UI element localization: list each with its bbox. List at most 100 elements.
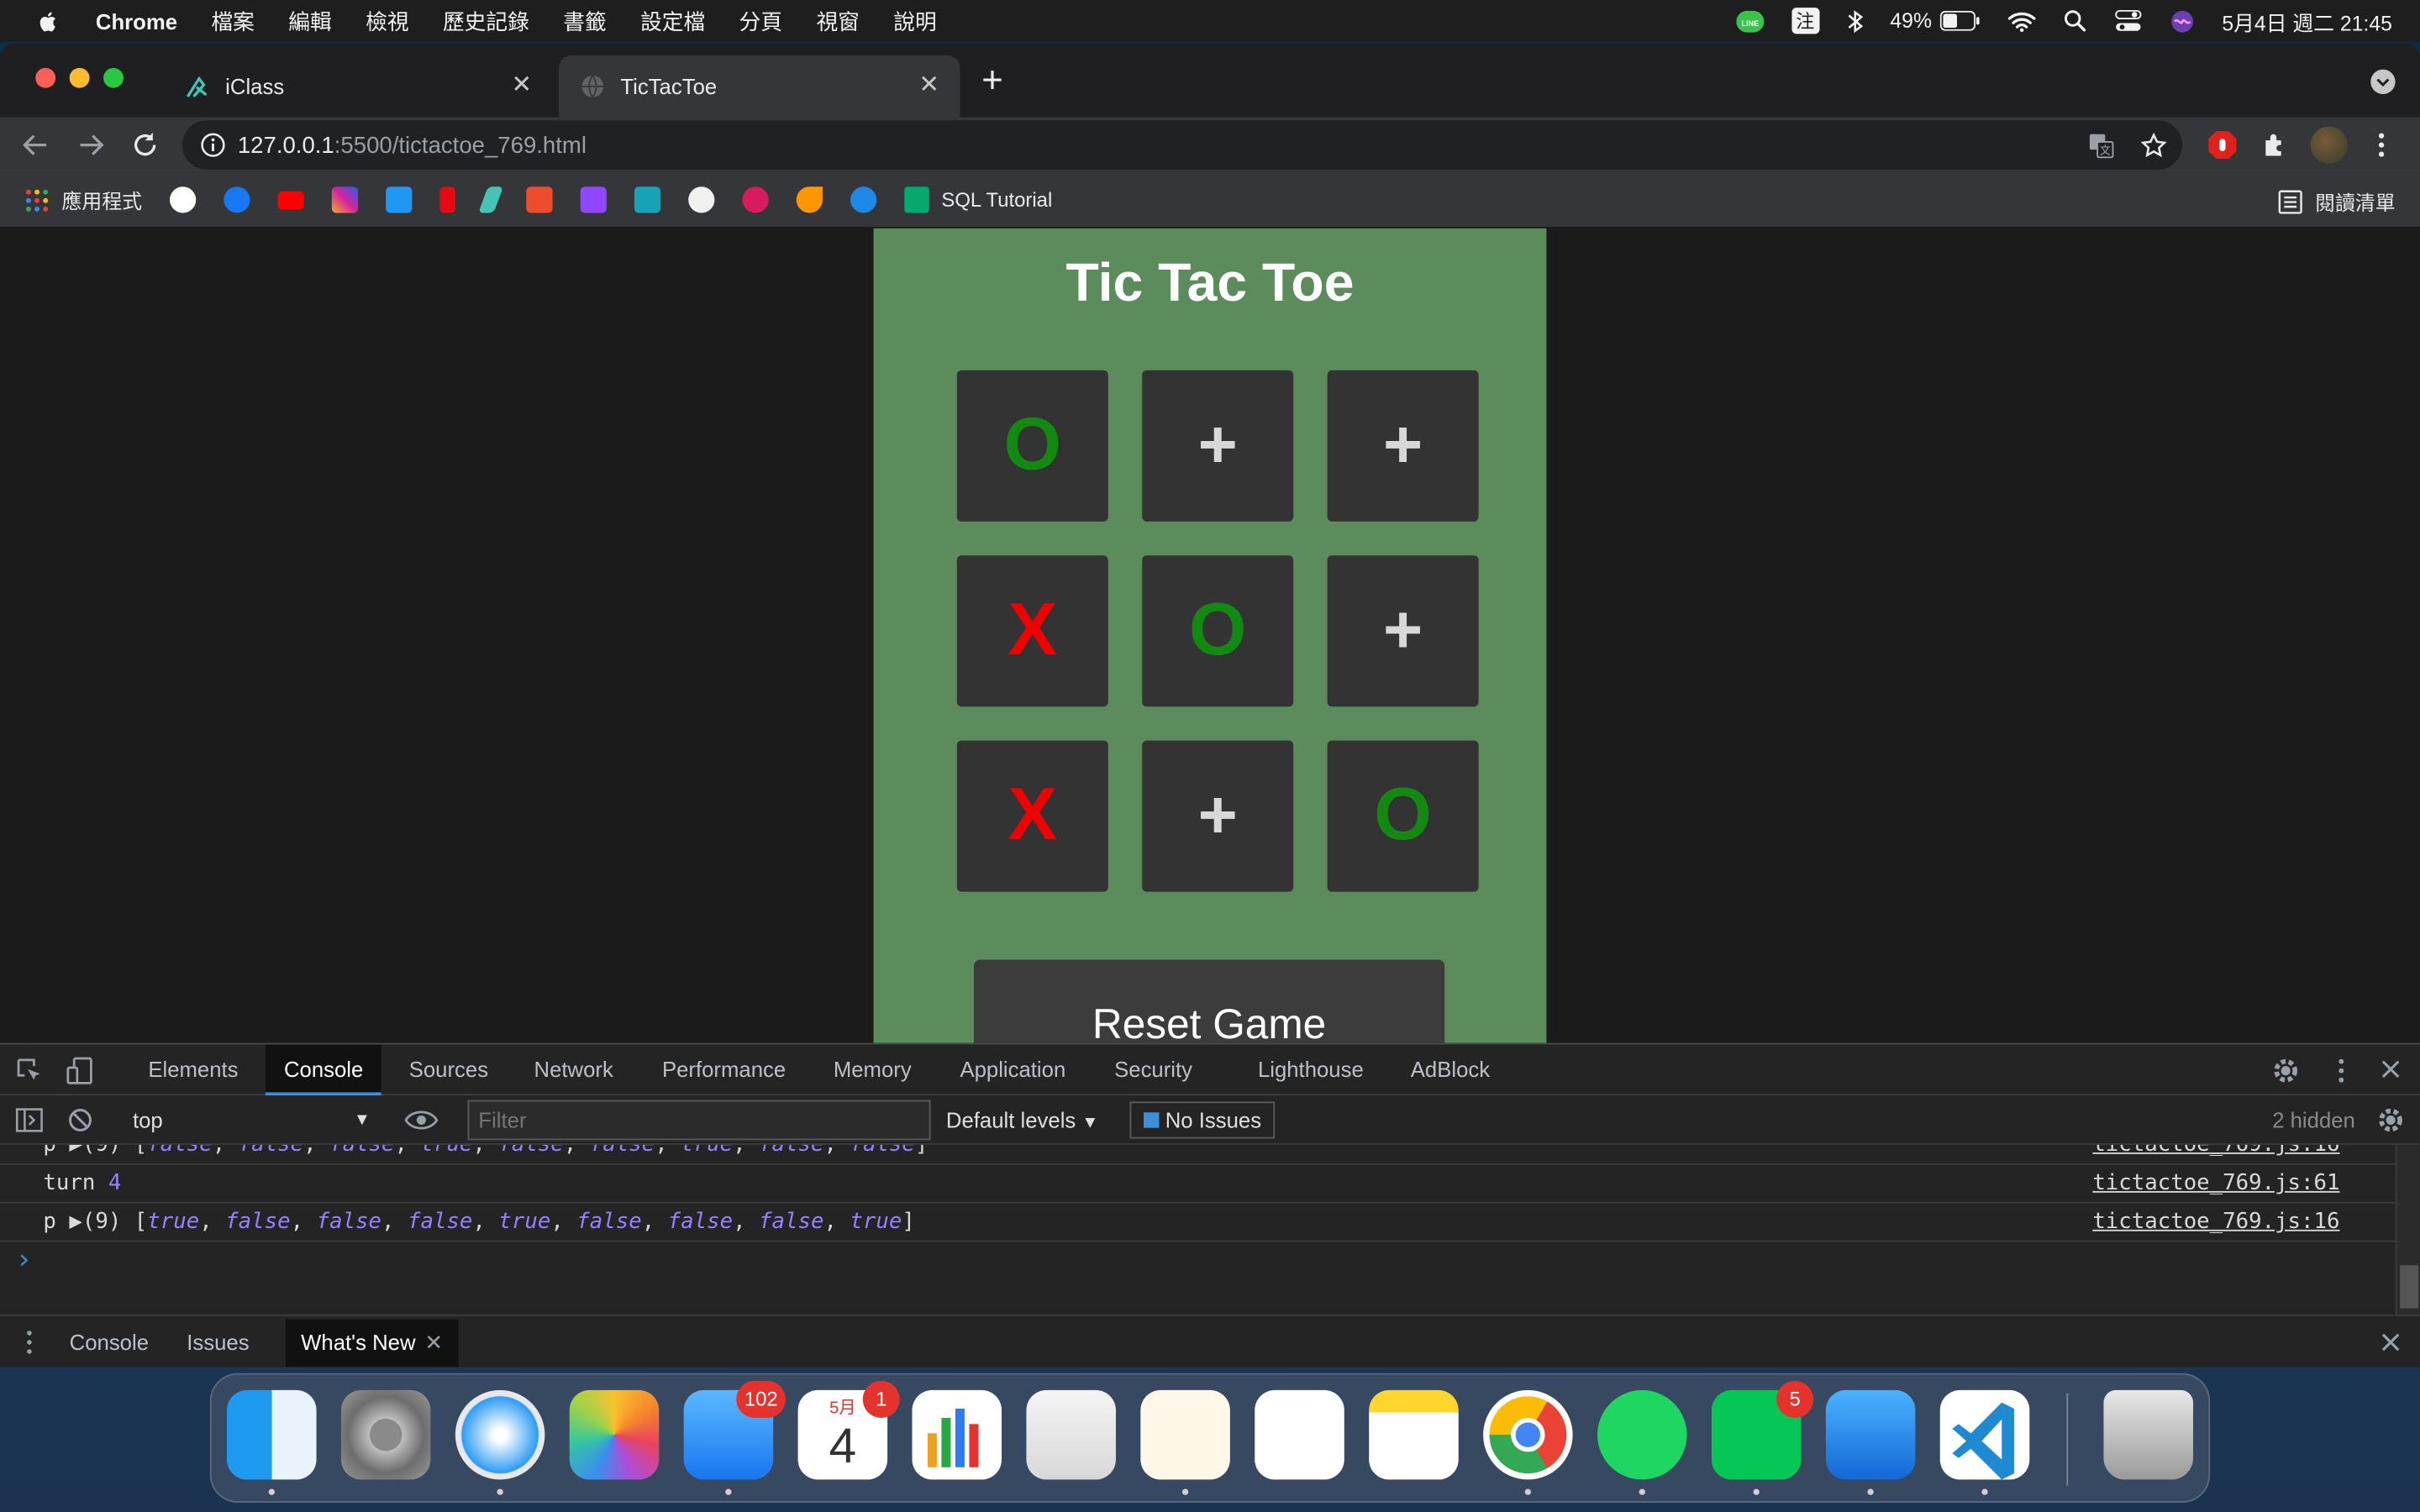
devtools-tab-security[interactable]: Security <box>1096 1044 1211 1095</box>
close-window-button[interactable] <box>35 67 56 88</box>
devtools-tab-lighthouse[interactable]: Lighthouse <box>1239 1044 1382 1095</box>
log-array[interactable]: p ▶(9) [false, false, false, true, false… <box>43 1145 928 1165</box>
menu-help[interactable]: 說明 <box>893 5 936 36</box>
google-bookmark-icon[interactable] <box>170 186 197 213</box>
devtools-tab-console[interactable]: Console <box>265 1044 382 1096</box>
board-cell-8[interactable]: O <box>1327 740 1479 892</box>
context-select[interactable]: top ▼ <box>120 1101 376 1138</box>
safari-icon[interactable] <box>455 1389 545 1495</box>
clear-console-icon[interactable] <box>68 1108 92 1132</box>
close-drawer-icon[interactable] <box>2380 1331 2402 1353</box>
board-cell-4[interactable]: O <box>1142 555 1294 707</box>
log-array[interactable]: p ▶(9) [true, false, false, false, true,… <box>43 1204 914 1242</box>
live-expression-eye-icon[interactable] <box>404 1110 439 1131</box>
drawer-tab-whats-new[interactable]: What's New ✕ <box>285 1319 459 1368</box>
reading-list-button[interactable]: 閱讀清單 <box>2278 186 2396 216</box>
tab-tictactoe[interactable]: TicTacToe ✕ <box>558 55 960 118</box>
edge-bookmark-icon[interactable] <box>850 186 877 213</box>
wifi-icon[interactable] <box>2007 10 2035 32</box>
board-cell-5[interactable]: + <box>1327 555 1479 707</box>
menu-history[interactable]: 歷史記錄 <box>443 5 529 36</box>
instagram-bookmark-icon[interactable] <box>331 186 359 213</box>
bookmark-apps-label[interactable]: 應用程式 <box>61 185 142 214</box>
console-scrollbar[interactable] <box>2395 1144 2420 1315</box>
translate-icon[interactable]: 文 <box>2088 133 2114 159</box>
log-levels-dropdown[interactable]: Default levels ▼ <box>946 1101 1099 1138</box>
address-bar[interactable]: 127.0.0.1:5500/tictactoe_769.html 文 <box>182 120 2183 171</box>
menu-kebab-icon[interactable] <box>2377 131 2386 159</box>
menu-profiles[interactable]: 設定檔 <box>640 5 705 36</box>
console-prompt[interactable]: › <box>15 1243 32 1276</box>
console-settings-gear-icon[interactable] <box>2377 1106 2405 1134</box>
close-drawer-tab-icon[interactable]: ✕ <box>425 1330 444 1354</box>
board-cell-6[interactable]: X <box>956 740 1108 892</box>
control-center-icon[interactable] <box>2114 9 2142 33</box>
spotlight-icon[interactable] <box>2063 9 2086 33</box>
menu-tab[interactable]: 分頁 <box>739 5 782 36</box>
close-devtools-icon[interactable] <box>2380 1058 2402 1080</box>
menu-view[interactable]: 檢視 <box>366 5 408 36</box>
close-tab-icon[interactable]: ✕ <box>913 71 944 102</box>
bookmark-sql-tutorial[interactable]: SQL Tutorial <box>941 188 1052 212</box>
profile-avatar[interactable] <box>2310 126 2348 164</box>
xcode-icon[interactable] <box>1825 1389 1916 1495</box>
bookmark-pizza-icon[interactable] <box>796 186 823 213</box>
menu-window[interactable]: 視窗 <box>816 5 859 36</box>
reset-game-button[interactable]: Reset Game <box>973 959 1445 1043</box>
apple-icon[interactable] <box>34 7 61 34</box>
back-icon[interactable] <box>22 131 50 159</box>
battery-status[interactable]: 49% <box>1890 9 1980 33</box>
board-cell-0[interactable]: O <box>956 370 1108 522</box>
board-cell-7[interactable]: + <box>1142 740 1294 892</box>
board-cell-2[interactable]: + <box>1327 370 1479 522</box>
facebook-bookmark-icon[interactable] <box>224 186 250 213</box>
console-filter-input[interactable] <box>467 1100 931 1141</box>
devtools-tab-adblock[interactable]: AdBlock <box>1392 1044 1508 1095</box>
menu-file[interactable]: 檔案 <box>211 5 254 36</box>
line-status-icon[interactable]: LINE <box>1735 8 1764 33</box>
bookmark-bear-icon[interactable] <box>742 186 769 213</box>
forward-icon[interactable] <box>77 131 105 159</box>
system-preferences-icon[interactable] <box>340 1389 431 1480</box>
inspect-element-icon[interactable] <box>15 1057 43 1084</box>
new-tab-icon[interactable]: + <box>981 61 1003 102</box>
numbers-icon[interactable] <box>912 1389 1002 1480</box>
scrollbar-thumb[interactable] <box>2400 1265 2419 1309</box>
issues-button[interactable]: No Issues <box>1129 1101 1276 1139</box>
twitch-bookmark-icon[interactable] <box>580 186 607 213</box>
reminders-icon[interactable] <box>1255 1389 1344 1480</box>
close-tab-icon[interactable]: ✕ <box>506 71 537 102</box>
board-cell-3[interactable]: X <box>956 555 1108 707</box>
log-source-link[interactable]: tictactoe_769.js:16 <box>2092 1204 2339 1242</box>
vscode-icon[interactable] <box>1939 1389 2030 1495</box>
chrome-icon[interactable] <box>1483 1389 1573 1495</box>
devtools-tab-application[interactable]: Application <box>941 1044 1084 1095</box>
tab-search-icon[interactable] <box>2370 69 2396 95</box>
reload-icon[interactable] <box>131 131 159 159</box>
netflix-bookmark-icon[interactable] <box>439 186 455 213</box>
keynote-icon[interactable] <box>1026 1389 1116 1480</box>
input-method-icon[interactable]: 注 <box>1791 8 1819 34</box>
w3schools-bookmark-icon[interactable] <box>904 186 929 213</box>
siri-icon[interactable] <box>2170 8 2194 33</box>
iclass-bookmark-icon[interactable] <box>478 186 503 213</box>
pages-icon[interactable] <box>1140 1389 1230 1495</box>
tab-iclass[interactable]: iClass ✕ <box>164 55 553 117</box>
drawer-tab-issues[interactable]: Issues <box>171 1319 265 1367</box>
extensions-icon[interactable] <box>2261 131 2289 159</box>
calendar-icon[interactable]: 5月 4 1 <box>797 1380 900 1480</box>
drawer-menu-icon[interactable] <box>24 1330 34 1354</box>
menu-app-name[interactable]: Chrome <box>96 8 177 33</box>
adblock-extension-icon[interactable] <box>2207 129 2238 160</box>
device-toolbar-icon[interactable] <box>65 1055 96 1086</box>
menubar-clock[interactable]: 5月4日 週二 21:45 <box>2222 5 2392 36</box>
devtools-tab-memory[interactable]: Memory <box>815 1044 930 1095</box>
youtube-bookmark-icon[interactable] <box>277 190 304 209</box>
drawer-tab-console[interactable]: Console <box>54 1319 164 1367</box>
shopee-bookmark-icon[interactable] <box>526 186 553 213</box>
bookmark-doc-icon[interactable] <box>386 186 413 213</box>
spotify-icon[interactable] <box>1597 1389 1687 1495</box>
devtools-tab-elements[interactable]: Elements <box>129 1044 256 1095</box>
mail-icon[interactable]: 102 <box>683 1380 786 1495</box>
bookmark-star-icon[interactable] <box>2140 132 2167 159</box>
